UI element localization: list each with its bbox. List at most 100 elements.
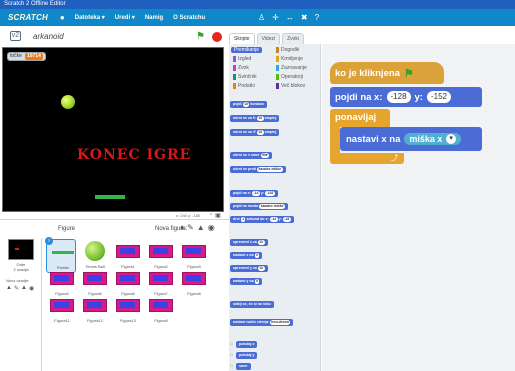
duplicate-tool-icon[interactable]: ♙: [258, 13, 265, 22]
category-looks[interactable]: Izgled: [233, 56, 251, 62]
scratch-logo[interactable]: SCRATCH: [8, 13, 48, 22]
palette-point-direction-value[interactable]: 90▾: [260, 153, 270, 158]
sprite-tile[interactable]: Figura8: [178, 266, 208, 300]
paint-backdrop-icon[interactable]: ✎: [14, 285, 19, 292]
category-sensing[interactable]: Zaznavanje: [276, 65, 307, 71]
palette-change-y-value[interactable]: 10: [257, 266, 265, 271]
category-control[interactable]: Krmiljenje: [276, 56, 303, 62]
category-motion[interactable]: Premikanje: [231, 47, 263, 53]
direction-checkbox[interactable]: □: [230, 363, 232, 368]
tab-sounds[interactable]: Zvoki: [282, 33, 305, 44]
palette-change-x-block[interactable]: spremeni x za 10: [230, 239, 268, 246]
category-data-label: Podatki: [238, 83, 255, 89]
palette-set-y-block[interactable]: nastavi y na 0: [230, 278, 263, 285]
grow-tool-icon[interactable]: ↔: [286, 13, 294, 22]
mouse-x-reporter[interactable]: miška x ▾: [404, 133, 461, 145]
small-stage-icon[interactable]: ▫: [210, 212, 212, 219]
palette-goto-xy-block[interactable]: pojdi na x: -14 y: -152: [230, 190, 278, 197]
stage-thumbnail[interactable]: [8, 239, 34, 260]
palette-goto-y[interactable]: -152: [265, 191, 275, 196]
palette-rotation-style-block[interactable]: nastavi način vrtenja levo-desno: [230, 319, 294, 326]
sprite-info-icon[interactable]: i: [45, 237, 53, 245]
tab-costumes[interactable]: Videzi: [256, 33, 281, 44]
tennis-ball-sprite[interactable]: [61, 95, 75, 109]
upload-sprite-icon[interactable]: ▲: [197, 223, 205, 232]
normal-stage-icon[interactable]: ▣: [215, 212, 221, 219]
menu-edit[interactable]: Uredi ▾: [115, 14, 135, 21]
category-events[interactable]: Dogodki: [276, 47, 299, 53]
stage[interactable]: točke 10714 KONEC IGRE: [2, 47, 224, 212]
brick-thumbnail-center: [87, 302, 102, 308]
camera-backdrop-icon[interactable]: ◉: [29, 285, 34, 292]
delete-tool-icon[interactable]: ✛: [272, 13, 279, 22]
xpos-checkbox[interactable]: □: [230, 341, 232, 346]
sprite-tile[interactable]: Figura13: [112, 293, 142, 327]
palette-move-steps[interactable]: 10: [242, 102, 250, 107]
project-mode-icon[interactable]: v2: [10, 31, 21, 41]
palette-goto-x[interactable]: -14: [251, 191, 260, 196]
palette-point-towards-value[interactable]: kazalec miške: [256, 167, 283, 172]
palette-turn-left-label: obrni se za ↺: [233, 130, 256, 134]
category-pen[interactable]: Svinčnik: [233, 74, 257, 80]
backdrop-library-icon[interactable]: ▲: [6, 285, 12, 292]
tab-scripts[interactable]: Skripte: [229, 33, 255, 44]
palette-glide-block[interactable]: drsi 1 sekund do x: -14 y: -15: [230, 216, 294, 223]
palette-bounce-block[interactable]: odbij se, če si na robu: [230, 301, 274, 308]
palette-move-block[interactable]: pojdi 10 korakov: [230, 101, 268, 108]
goto-y-input[interactable]: -152: [426, 91, 451, 103]
palette-set-y-value[interactable]: 0: [254, 279, 260, 284]
palette-direction-block[interactable]: smer: [236, 363, 251, 370]
project-name[interactable]: arkanoid: [33, 32, 64, 41]
brick-thumbnail: [148, 244, 173, 258]
goto-x-input[interactable]: -128: [386, 91, 411, 103]
palette-turn-left-value[interactable]: 15: [256, 130, 264, 135]
palette-change-y-block[interactable]: spremeni y za 10: [230, 265, 268, 272]
brick-thumbnail-center: [120, 248, 135, 254]
stage-layout-controls: ▫ ▣: [210, 212, 221, 219]
palette-point-direction-block[interactable]: obrni se v smer 90▾: [230, 152, 273, 159]
palette-point-towards-block[interactable]: obrni se proti kazalec miške: [230, 166, 286, 173]
goto-xy-block[interactable]: pojdi na x: -128 y: -152: [330, 87, 482, 107]
help-tool-icon[interactable]: ?: [315, 13, 319, 22]
upload-backdrop-icon[interactable]: ▲: [21, 285, 27, 292]
sprite-tile[interactable]: Figura9: [145, 293, 175, 327]
category-sound[interactable]: Zvok: [233, 65, 249, 71]
language-globe-icon[interactable]: ●: [60, 13, 65, 22]
camera-sprite-icon[interactable]: ◉: [208, 223, 215, 232]
green-flag-icon[interactable]: ⚑: [196, 31, 206, 42]
set-x-block[interactable]: nastavi x na miška x ▾: [340, 127, 482, 151]
category-operators[interactable]: Operatorji: [276, 74, 303, 80]
menu-tips[interactable]: Namig: [145, 15, 163, 21]
sprite-library-icon[interactable]: ♦: [180, 223, 184, 232]
palette-change-x-value[interactable]: 10: [257, 240, 265, 245]
palette-ypos-block[interactable]: položaj y: [236, 352, 258, 359]
when-flag-clicked-block[interactable]: ko je kliknjena ⚑: [330, 62, 444, 84]
palette-turn-left-block[interactable]: obrni se za ↺ 15 stopinj: [230, 129, 280, 136]
menu-about[interactable]: O Scratchu: [173, 15, 205, 21]
mouse-x-dropdown[interactable]: ▾: [446, 134, 456, 144]
category-data[interactable]: Podatki: [233, 83, 255, 89]
palette-goto-sprite-block[interactable]: pojdi na mesto kazalec miške: [230, 203, 288, 210]
sprite-tile[interactable]: Figura12: [79, 293, 109, 327]
sprite-tile[interactable]: Figura11: [46, 293, 76, 327]
palette-set-x-block[interactable]: nastavi x na 0: [230, 252, 263, 259]
category-looks-label: Izgled: [238, 56, 252, 62]
stop-button[interactable]: [212, 32, 222, 42]
paint-sprite-icon[interactable]: ✎: [187, 223, 194, 232]
paddle-sprite[interactable]: [95, 195, 125, 199]
shrink-tool-icon[interactable]: ✖: [301, 13, 308, 22]
palette-set-x-value[interactable]: 0: [254, 253, 260, 258]
menu-file[interactable]: Datoteka ▾: [75, 14, 105, 21]
brick-thumbnail-center: [87, 275, 102, 281]
palette-turn-right-block[interactable]: obrni se za ↻ 15 stopinj: [230, 115, 280, 122]
palette-glide-y[interactable]: -15: [282, 217, 291, 222]
palette-xpos-block[interactable]: položaj x: [236, 341, 258, 348]
palette-goto-sprite-value[interactable]: kazalec miške: [259, 204, 285, 209]
backdrop-count: 2 ozadja: [13, 267, 29, 272]
palette-glide-seconds[interactable]: 1: [240, 217, 246, 222]
category-more-blocks[interactable]: Več blokov: [276, 83, 305, 89]
palette-turn-right-value[interactable]: 15: [256, 116, 264, 121]
ypos-checkbox[interactable]: □: [230, 352, 232, 357]
palette-rotation-style-value[interactable]: levo-desno: [269, 320, 291, 325]
palette-glide-x[interactable]: -14: [269, 217, 278, 222]
